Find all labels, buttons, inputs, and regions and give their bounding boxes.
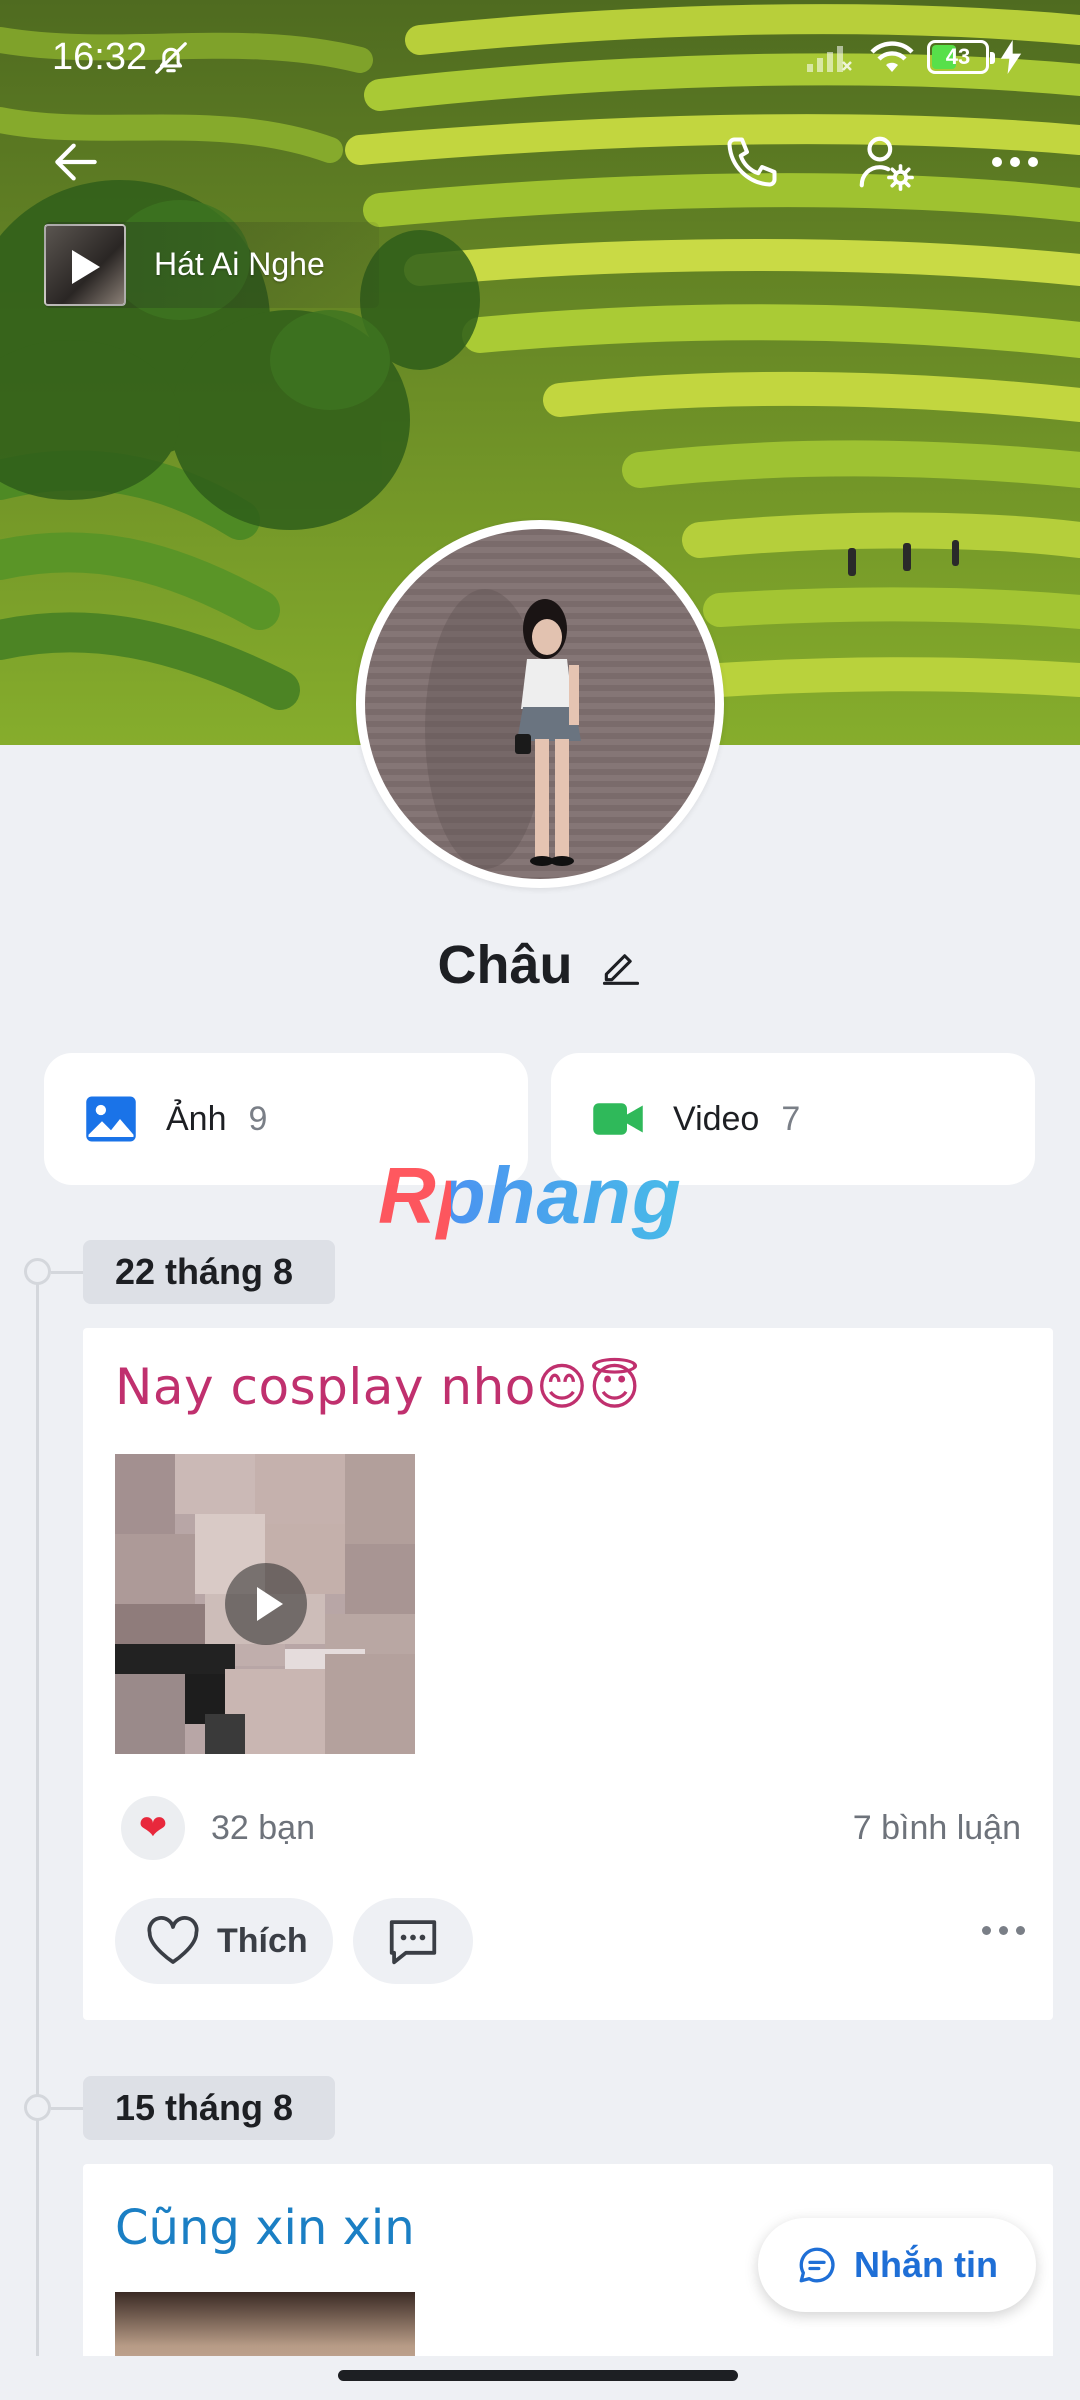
music-thumbnail <box>44 224 126 306</box>
bell-off-icon <box>155 42 187 74</box>
home-indicator[interactable] <box>338 2370 738 2381</box>
wifi-icon <box>870 41 914 72</box>
date-chip: 15 tháng 8 <box>83 2076 335 2140</box>
video-camera-icon <box>593 1103 643 1135</box>
post-text: Cũng xin xin <box>115 2200 415 2256</box>
back-button[interactable] <box>40 126 112 198</box>
heart-outline-icon <box>147 1916 199 1964</box>
avatar[interactable] <box>356 520 724 888</box>
user-settings-icon <box>859 136 914 191</box>
signal-icon <box>807 46 852 72</box>
post-card[interactable]: Nay cosplay nho😊😇 ❤ 32 bạn 7 bình luận T… <box>83 1328 1053 2020</box>
like-label: Thích <box>217 1921 308 1960</box>
videos-count: 7 <box>781 1099 801 1138</box>
photos-label: Ảnh <box>166 1099 227 1138</box>
play-icon <box>72 250 100 284</box>
photo-icon <box>86 1096 136 1142</box>
timeline-dot <box>24 2094 85 2121</box>
charging-icon <box>1000 40 1022 74</box>
clock: 16:32 <box>52 36 148 78</box>
profile-settings-button[interactable] <box>845 122 925 202</box>
watermark: Rphang <box>378 1151 682 1240</box>
battery-level: 43 <box>945 44 971 69</box>
play-icon <box>225 1563 307 1645</box>
more-options-button[interactable] <box>975 124 1055 200</box>
videos-label: Video <box>673 1099 760 1138</box>
comment-icon <box>389 1920 437 1965</box>
back-arrow-icon <box>55 143 97 181</box>
profile-name: Châu <box>437 935 573 995</box>
phone-icon <box>727 137 777 187</box>
comment-button[interactable] <box>353 1898 473 1984</box>
chat-bubble-icon <box>799 2247 835 2283</box>
date-chip: 22 tháng 8 <box>83 1240 335 1304</box>
profile-music[interactable]: Hát Ai Nghe <box>44 222 379 308</box>
reaction-count[interactable]: 32 bạn <box>211 1809 315 1848</box>
post-more-button[interactable] <box>982 1926 1025 1935</box>
profile-name-row: Châu <box>0 930 1080 1000</box>
message-label: Nhắn tin <box>854 2244 998 2285</box>
timeline-line <box>36 1262 39 2362</box>
like-button[interactable]: Thích <box>115 1898 333 1984</box>
pencil-icon[interactable] <box>599 943 643 987</box>
dot <box>999 1926 1008 1935</box>
avatar-photo <box>425 589 581 869</box>
status-bar: 16:32 43 <box>0 0 1080 110</box>
more-horizontal-icon <box>992 157 1038 167</box>
comment-count[interactable]: 7 bình luận <box>853 1809 1021 1848</box>
photos-count: 9 <box>248 1099 268 1138</box>
dot <box>1016 1926 1025 1935</box>
message-button[interactable]: Nhắn tin <box>758 2218 1036 2312</box>
music-title: Hát Ai Nghe <box>154 246 325 282</box>
call-button[interactable] <box>714 124 790 200</box>
timeline-dot <box>24 1258 85 1285</box>
dot <box>982 1926 991 1935</box>
heart-icon: ❤ <box>121 1796 185 1860</box>
post-text: Nay cosplay nho😊😇 <box>115 1358 642 1416</box>
battery-icon: 43 <box>927 40 995 74</box>
reaction-row: ❤ 32 bạn 7 bình luận <box>121 1796 1021 1860</box>
post-video-thumbnail[interactable] <box>115 1454 415 1754</box>
